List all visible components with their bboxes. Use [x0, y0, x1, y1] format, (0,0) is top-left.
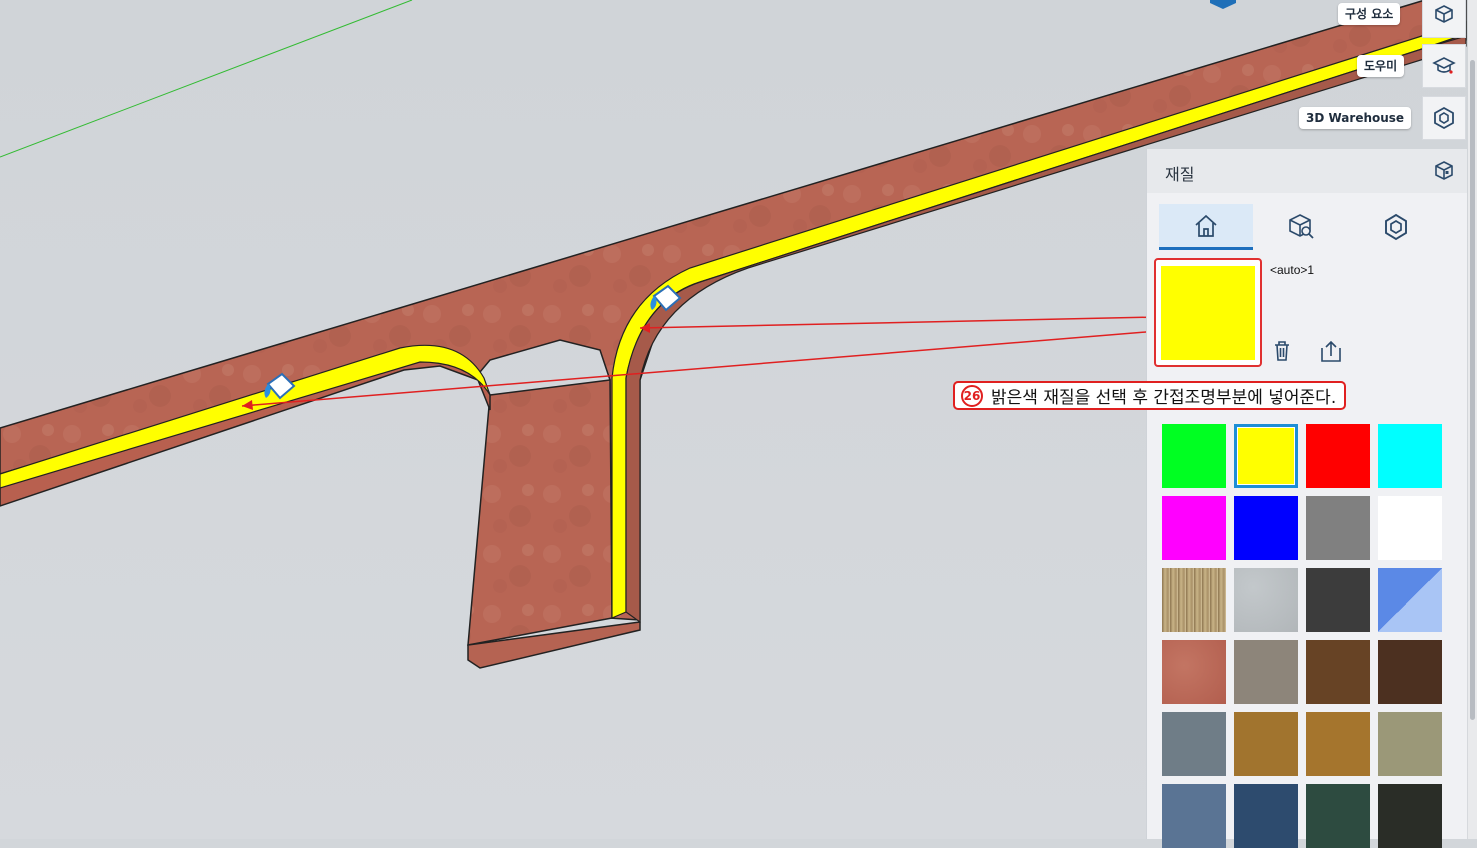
components-label: 구성 요소 — [1338, 3, 1401, 25]
materials-cube-icon[interactable] — [1433, 160, 1455, 186]
material-swatch[interactable] — [1162, 496, 1226, 560]
material-name[interactable]: <auto>1 — [1270, 263, 1314, 277]
material-swatch[interactable] — [1234, 568, 1298, 632]
materials-search-icon — [1289, 214, 1314, 239]
warehouse-label: 3D Warehouse — [1299, 107, 1412, 129]
material-swatch[interactable] — [1306, 640, 1370, 704]
material-swatch[interactable] — [1234, 424, 1298, 488]
material-swatch[interactable] — [1162, 712, 1226, 776]
material-swatch[interactable] — [1234, 640, 1298, 704]
components-button[interactable] — [1422, 0, 1466, 38]
material-swatch[interactable] — [1234, 784, 1298, 848]
material-swatch[interactable] — [1234, 712, 1298, 776]
material-swatch[interactable] — [1162, 640, 1226, 704]
sketchup-logo-icon — [1210, 0, 1236, 9]
tab-warehouse[interactable] — [1349, 204, 1443, 250]
material-swatch[interactable] — [1306, 496, 1370, 560]
instruction-text: 밝은색 재질을 선택 후 간접조명부분에 넣어준다. — [991, 388, 1337, 408]
material-swatch[interactable] — [1378, 496, 1442, 560]
beam-stem — [467, 379, 613, 646]
material-swatch[interactable] — [1234, 496, 1298, 560]
current-material-preview[interactable] — [1154, 258, 1262, 367]
material-swatch[interactable] — [1162, 424, 1226, 488]
materials-panel: 재질 <auto>1 — [1146, 149, 1467, 848]
home-icon — [1195, 214, 1217, 237]
material-swatch[interactable] — [1306, 712, 1370, 776]
annotation-arrow-1 — [639, 316, 1159, 329]
components-icon — [1435, 5, 1453, 23]
instructor-label: 도우미 — [1357, 55, 1405, 77]
material-swatch[interactable] — [1378, 784, 1442, 848]
green-axis-line — [0, 0, 413, 158]
material-swatch[interactable] — [1306, 784, 1370, 848]
panel-scrollbar[interactable] — [1468, 0, 1477, 839]
scrollbar-thumb[interactable] — [1470, 60, 1475, 720]
warehouse-button[interactable] — [1422, 96, 1466, 140]
material-swatch[interactable] — [1378, 568, 1442, 632]
warehouse-icon — [1434, 106, 1454, 130]
instruction-callout: 26 밝은색 재질을 선택 후 간접조명부분에 넣어준다. — [953, 381, 1347, 410]
panel-title: 재질 — [1165, 165, 1195, 184]
material-swatch[interactable] — [1306, 424, 1370, 488]
instructor-icon — [1432, 57, 1456, 74]
export-icon[interactable] — [1319, 339, 1343, 367]
material-swatch[interactable] — [1378, 712, 1442, 776]
material-swatch[interactable] — [1378, 424, 1442, 488]
warehouse-icon — [1385, 213, 1407, 241]
current-material-swatch — [1161, 266, 1255, 360]
material-swatch[interactable] — [1162, 568, 1226, 632]
step-number-badge: 26 — [961, 384, 983, 407]
materials-panel-header: 재질 — [1147, 149, 1467, 193]
trash-icon[interactable] — [1271, 339, 1293, 367]
material-swatch[interactable] — [1306, 568, 1370, 632]
material-swatch[interactable] — [1378, 640, 1442, 704]
instructor-button[interactable] — [1422, 44, 1466, 88]
tab-browse[interactable] — [1254, 204, 1348, 250]
tab-in-model[interactable] — [1159, 204, 1253, 250]
material-swatch[interactable] — [1162, 784, 1226, 848]
brand-logo — [1208, 0, 1238, 12]
